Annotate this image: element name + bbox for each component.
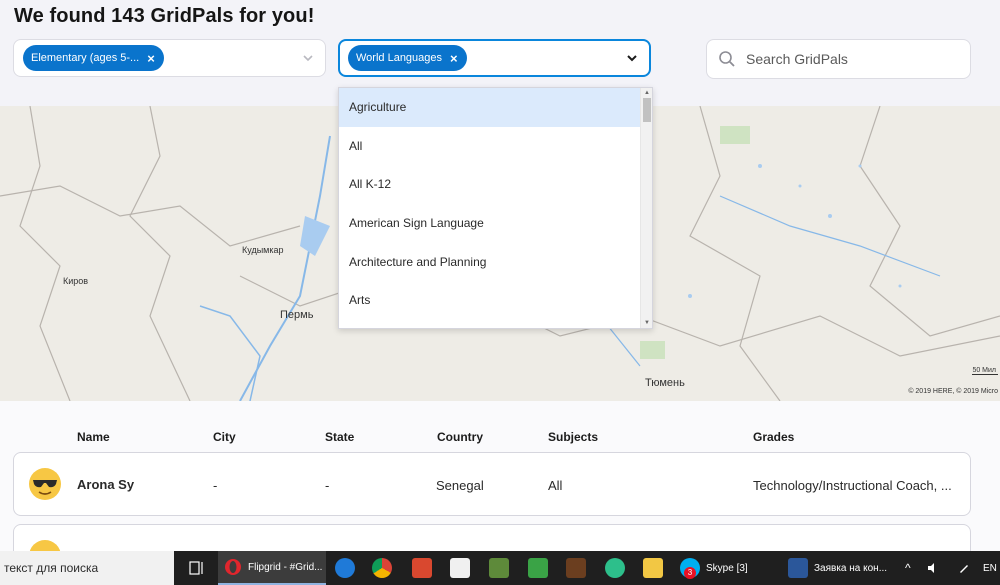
row-name: Arona Sy [77,477,135,492]
edge-icon[interactable] [335,551,359,585]
dropdown-option[interactable]: Architecture and Planning [339,242,641,281]
scrollbar-thumb[interactable] [643,98,651,122]
subjects-chip-remove-icon[interactable]: × [450,51,458,66]
taskbar-search-text: текст для поиска [4,561,99,575]
column-header-city: City [213,430,236,444]
opera-icon [225,559,241,575]
grades-chip-remove-icon[interactable]: × [147,51,155,66]
dropdown-scrollbar[interactable]: ▲ ▼ [640,88,652,328]
dropdown-option[interactable]: Agriculture [339,88,641,127]
column-header-state: State [325,430,355,444]
taskbar-app-word-label: Заявка на кон... [814,562,888,574]
taskbar-app-word[interactable]: Заявка на кон... [788,551,896,585]
chevron-down-icon[interactable] [301,51,315,65]
app-brown-icon[interactable] [566,551,590,585]
map-label-kirov: Киров [63,276,89,286]
chrome-icon[interactable] [372,551,396,585]
chevron-up-icon[interactable]: ^ [905,551,921,585]
subjects-filter[interactable]: World Languages × [338,39,651,77]
dropdown-option[interactable]: All [339,127,641,166]
row-state: - [325,478,330,493]
skype-icon: 3 [680,558,700,579]
taskbar: текст для поиска Flipgrid - #Grid... 3 S… [0,551,1000,585]
scroll-up-icon[interactable]: ▲ [644,90,650,96]
taskbar-search[interactable]: текст для поиска [0,551,174,585]
column-header-subjects: Subjects [548,430,599,444]
map-label-perm: Пермь [280,309,314,321]
map-label-tyumen: Тюмень [645,377,685,389]
app-green-red-icon[interactable] [528,551,552,585]
volume-icon[interactable] [927,551,941,585]
search-box[interactable] [706,39,971,79]
page-title: We found 143 GridPals for you! [14,5,315,27]
row-city: - [213,478,218,493]
language-indicator[interactable]: EN [983,551,1000,585]
map-copyright: © 2019 HERE, © 2019 Micro [908,388,998,395]
subjects-dropdown[interactable]: Agriculture All All K-12 American Sign L… [338,87,653,329]
search-icon [719,51,735,67]
mail-icon[interactable] [450,551,474,585]
app-red-icon[interactable] [412,551,436,585]
table-row[interactable]: Arona Sy - - Senegal All Technology/Inst… [13,452,971,516]
avatar [29,468,61,500]
app-teal-icon[interactable] [605,551,629,585]
dropdown-option[interactable]: All K-12 [339,165,641,204]
column-header-name: Name [77,430,110,444]
results-table: Name City State Country Subjects Grades … [0,401,1000,572]
folder-icon[interactable] [643,551,667,585]
row-country: Senegal [436,478,484,493]
task-view-icon[interactable] [182,551,212,585]
search-input[interactable] [746,51,946,67]
grades-chip-label: Elementary (ages 5-... [31,52,140,64]
document-icon [788,558,808,578]
skype-badge: 3 [684,567,696,579]
dropdown-option[interactable]: Arts [339,281,641,320]
taskbar-app-skype[interactable]: 3 Skype [3] [680,551,780,585]
map-label-kudymkar: Кудымкар [242,245,284,255]
column-header-country: Country [437,430,483,444]
scroll-down-icon[interactable]: ▼ [644,320,650,326]
subjects-chip-label: World Languages [356,52,443,64]
grades-filter[interactable]: Elementary (ages 5-... × [13,39,326,77]
subjects-chip[interactable]: World Languages × [348,45,467,71]
taskbar-app-opera[interactable]: Flipgrid - #Grid... [218,551,326,585]
taskbar-app-skype-label: Skype [3] [706,562,748,574]
map-scale: 50 Мил [972,367,998,375]
chevron-down-icon[interactable] [625,51,639,65]
column-header-grades: Grades [753,430,795,444]
taskbar-app-opera-label: Flipgrid - #Grid... [248,561,323,573]
row-grades: Technology/Instructional Coach, ... [753,478,952,493]
pen-icon[interactable] [958,551,972,585]
grades-chip[interactable]: Elementary (ages 5-... × [23,45,164,71]
minecraft-icon[interactable] [489,551,513,585]
row-subjects: All [548,478,563,493]
dropdown-option[interactable]: American Sign Language [339,204,641,243]
